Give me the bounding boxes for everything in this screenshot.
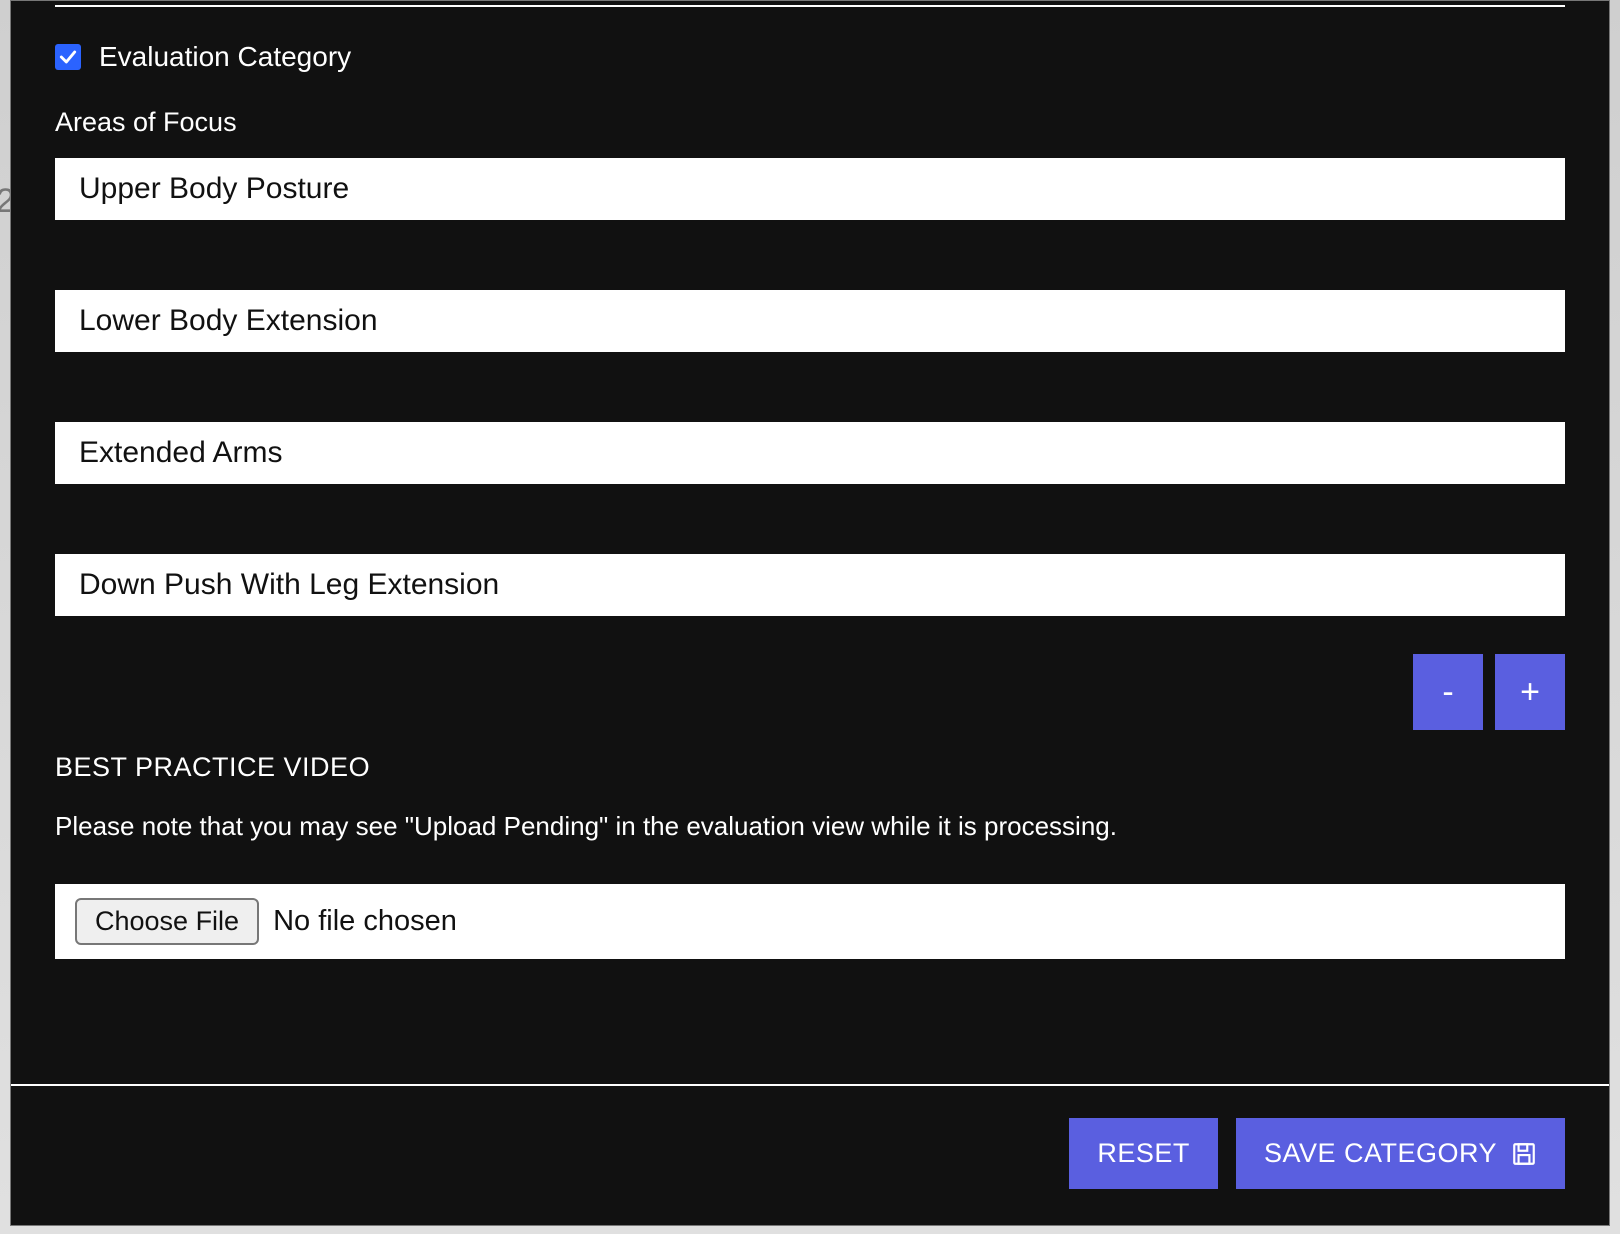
areas-of-focus-label: Areas of Focus [55, 107, 1565, 138]
divider [55, 5, 1565, 7]
save-category-label: SAVE CATEGORY [1264, 1138, 1497, 1169]
file-upload-row: Choose File No file chosen [55, 884, 1565, 959]
modal-footer: RESET SAVE CATEGORY [11, 1084, 1609, 1225]
focus-input-3[interactable] [55, 422, 1565, 484]
focus-stepper: - + [55, 654, 1565, 730]
evaluation-category-row: Evaluation Category [55, 41, 1565, 73]
save-icon [1511, 1141, 1537, 1167]
reset-button[interactable]: RESET [1069, 1118, 1218, 1189]
save-category-button[interactable]: SAVE CATEGORY [1236, 1118, 1565, 1189]
choose-file-button[interactable]: Choose File [75, 898, 259, 945]
best-practice-video-note: Please note that you may see "Upload Pen… [55, 811, 1565, 842]
modal-body: Evaluation Category Areas of Focus - + B… [11, 1, 1609, 1084]
focus-input-4[interactable] [55, 554, 1565, 616]
add-focus-button[interactable]: + [1495, 654, 1565, 730]
focus-input-1[interactable] [55, 158, 1565, 220]
remove-focus-button[interactable]: - [1413, 654, 1483, 730]
focus-input-2[interactable] [55, 290, 1565, 352]
check-icon [58, 47, 78, 67]
modal: Evaluation Category Areas of Focus - + B… [10, 0, 1610, 1226]
areas-of-focus-list [55, 138, 1565, 616]
evaluation-category-label: Evaluation Category [99, 41, 351, 73]
file-status: No file chosen [273, 905, 457, 938]
best-practice-video-heading: BEST PRACTICE VIDEO [55, 752, 1565, 783]
evaluation-category-checkbox[interactable] [55, 44, 81, 70]
